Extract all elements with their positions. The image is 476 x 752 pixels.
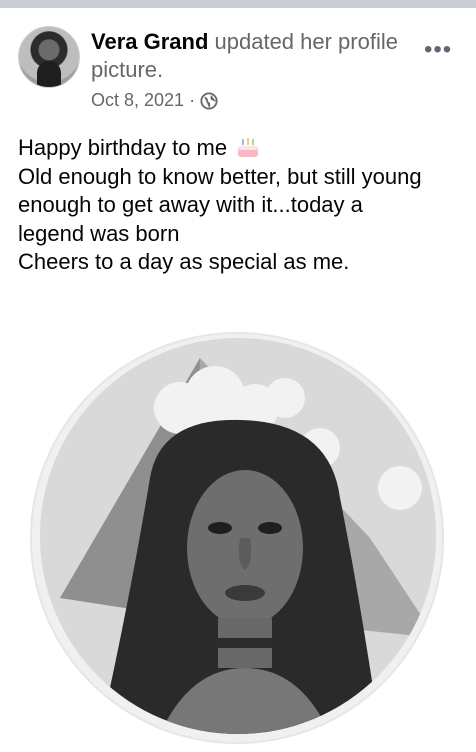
profile-picture-image [40, 338, 436, 734]
caption-line: Happy birthday to me [18, 134, 468, 163]
birthday-cake-icon [238, 138, 259, 157]
avatar[interactable] [18, 26, 80, 88]
author-name[interactable]: Vera Grand [91, 29, 208, 54]
caption-line: legend was born [18, 220, 180, 246]
post-date[interactable]: Oct 8, 2021 [91, 90, 184, 111]
post-caption: Happy birthday to me Old enough to know … [18, 134, 468, 277]
post-header: Vera Grand updated her profile picture. … [0, 8, 476, 118]
top-bar [0, 0, 476, 8]
post-title: Vera Grand updated her profile picture. [91, 28, 411, 84]
profile-picture[interactable] [40, 338, 436, 734]
caption-text: Happy birthday to me [18, 135, 228, 160]
meta-separator: · [189, 90, 196, 110]
more-options-icon[interactable]: ••• [424, 36, 452, 64]
post-meta: Oct 8, 2021 · [91, 90, 218, 111]
caption-line: Cheers to a day as special as me. [18, 249, 350, 274]
caption-line: Old enough to know better, but still you… [18, 163, 422, 189]
caption-line: enough to get away with it...today a [18, 192, 363, 217]
globe-icon[interactable] [200, 91, 218, 110]
